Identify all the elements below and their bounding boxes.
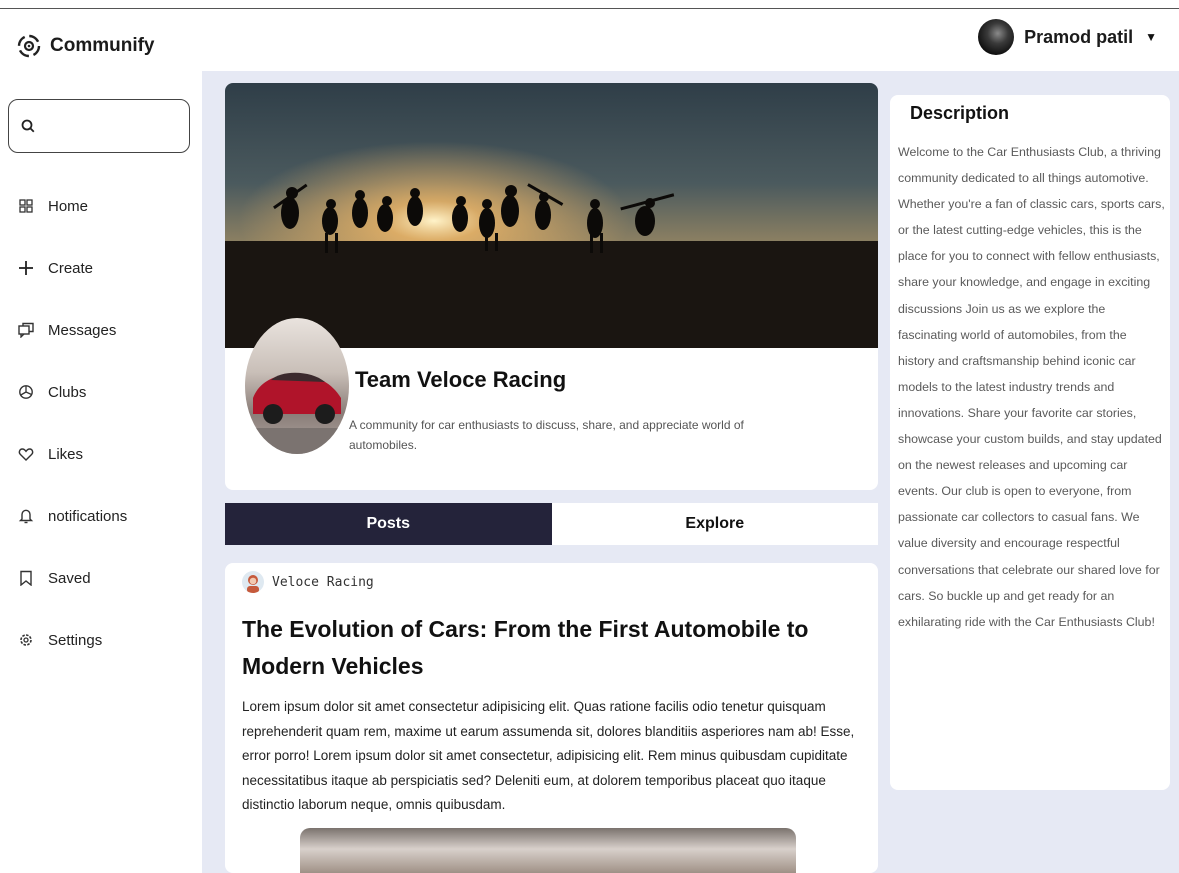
author-name: Veloce Racing [272, 574, 374, 590]
user-name: Pramod patil [1024, 26, 1134, 47]
user-avatar[interactable] [978, 19, 1015, 55]
author-avatar[interactable] [242, 571, 264, 593]
bell-icon [18, 508, 34, 524]
tab-posts[interactable]: Posts [225, 503, 552, 545]
club-header-card: Team Veloce Racing A community for car e… [225, 83, 878, 490]
gear-icon [18, 632, 34, 648]
plus-icon [18, 260, 34, 276]
clubs-icon [18, 384, 34, 400]
search-box[interactable] [8, 99, 190, 153]
post-body: Lorem ipsum dolor sit amet consectetur a… [242, 699, 855, 812]
logo-icon [17, 34, 41, 58]
chat-icon [18, 322, 34, 338]
post-card: Veloce Racing The Evolution of Cars: Fro… [225, 563, 878, 873]
description-text: Welcome to the Car Enthusiasts Club, a t… [898, 145, 1165, 629]
sidebar-item-label: Create [48, 259, 94, 277]
user-menu[interactable]: Pramod patil ▼ [978, 19, 1157, 55]
silhouettes-illustration [225, 83, 878, 348]
search-input[interactable] [41, 118, 181, 134]
sidebar-item-home[interactable]: Home [18, 175, 127, 237]
sidebar-item-label: Clubs [48, 383, 87, 401]
sidebar-item-messages[interactable]: Messages [18, 299, 127, 361]
chevron-down-icon[interactable]: ▼ [1145, 30, 1157, 44]
app-name: Communify [50, 35, 155, 56]
post-image[interactable] [300, 828, 796, 873]
sidebar-nav: Home Create Messages Clubs Likes notific… [18, 175, 127, 671]
post-title[interactable]: The Evolution of Cars: From the First Au… [242, 611, 862, 685]
sidebar-item-saved[interactable]: Saved [18, 547, 127, 609]
car-illustration [245, 372, 349, 454]
app-logo[interactable]: Communify [16, 33, 155, 59]
heart-icon [18, 446, 34, 462]
sidebar-item-settings[interactable]: Settings [18, 609, 127, 671]
content-tabs: Posts Explore [225, 503, 878, 545]
sidebar-item-label: Likes [48, 445, 84, 463]
sidebar-item-clubs[interactable]: Clubs [18, 361, 127, 423]
grid-icon [18, 198, 34, 214]
club-tagline: A community for car enthusiasts to discu… [349, 418, 744, 452]
tab-explore[interactable]: Explore [551, 503, 878, 545]
club-banner-image [225, 83, 878, 348]
sidebar-item-label: Messages [48, 321, 117, 339]
search-icon [21, 119, 35, 133]
sidebar-item-likes[interactable]: Likes [18, 423, 127, 485]
sidebar-item-label: notifications [48, 507, 128, 525]
bookmark-icon [18, 570, 34, 586]
club-avatar[interactable] [245, 318, 349, 454]
sidebar-item-label: Home [48, 197, 89, 215]
main-content: Team Veloce Racing A community for car e… [202, 71, 1179, 873]
sidebar-item-label: Saved [48, 569, 91, 587]
sidebar-item-notifications[interactable]: notifications [18, 485, 127, 547]
description-card: Description Welcome to the Car Enthusias… [890, 95, 1170, 790]
top-header: Communify Pramod patil ▼ [0, 9, 1179, 71]
post-author[interactable]: Veloce Racing [242, 571, 374, 593]
sidebar: Home Create Messages Clubs Likes notific… [0, 71, 202, 873]
sidebar-item-create[interactable]: Create [18, 237, 127, 299]
description-title: Description [910, 103, 1010, 123]
sidebar-item-label: Settings [48, 631, 103, 649]
club-name: Team Veloce Racing [355, 367, 567, 392]
